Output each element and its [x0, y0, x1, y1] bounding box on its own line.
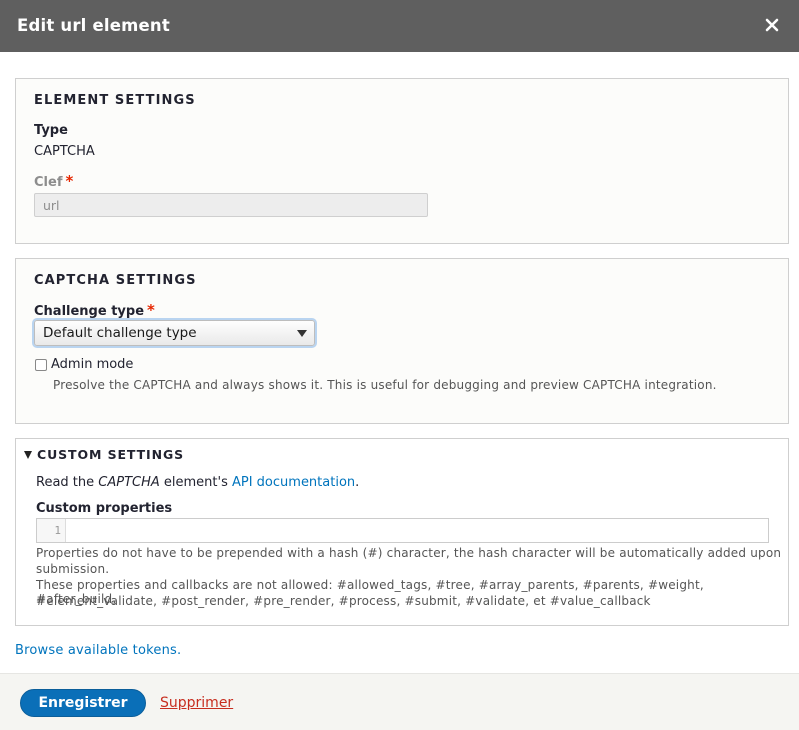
admin-mode-label[interactable]: Admin mode: [51, 357, 133, 372]
element-settings-fieldset: ELEMENT SETTINGS Type CAPTCHA Clef * url: [15, 78, 789, 244]
dialog-footer: Enregistrer Supprimer: [0, 673, 799, 730]
browse-tokens-link[interactable]: Browse available tokens.: [15, 643, 181, 658]
required-marker: *: [147, 301, 155, 319]
custom-settings-summary[interactable]: CUSTOM SETTINGS: [24, 447, 184, 462]
custom-properties-label: Custom properties: [36, 501, 173, 516]
key-label: Clef: [34, 175, 63, 190]
admin-mode-description: Presolve the CAPTCHA and always shows it…: [53, 378, 717, 392]
dialog-title: Edit url element: [17, 16, 170, 35]
close-icon[interactable]: [762, 12, 782, 36]
custom-properties-editor[interactable]: 1: [36, 518, 769, 543]
custom-properties-help-1: Properties do not have to be prepended w…: [36, 546, 782, 560]
line-number: 1: [37, 519, 66, 542]
save-button[interactable]: Enregistrer: [20, 689, 146, 717]
challenge-type-label: Challenge type: [34, 304, 145, 319]
api-doc-prefix: Read the: [36, 475, 99, 490]
api-documentation-link[interactable]: API documentation: [232, 475, 355, 490]
disclosure-triangle-icon: [24, 450, 32, 459]
required-marker: *: [65, 172, 74, 190]
api-doc-element: CAPTCHA: [98, 475, 160, 490]
close-icon-glyph: [765, 18, 779, 32]
type-label: Type: [34, 123, 68, 138]
custom-settings-details: CUSTOM SETTINGS Read the CAPTCHA element…: [15, 438, 789, 626]
admin-mode-checkbox[interactable]: [35, 359, 47, 371]
api-doc-suffix: .: [355, 475, 360, 490]
captcha-settings-fieldset: CAPTCHA SETTINGS Challenge type * Default…: [15, 258, 789, 424]
type-value: CAPTCHA: [34, 144, 95, 159]
api-doc-sentence: Read the CAPTCHA element's API documenta…: [36, 475, 359, 490]
challenge-type-select[interactable]: Default challenge type: [34, 320, 315, 346]
key-input: url: [34, 193, 428, 217]
challenge-type-selected: Default challenge type: [43, 325, 197, 341]
element-settings-legend: ELEMENT SETTINGS: [34, 93, 196, 108]
dialog-titlebar: Edit url element: [0, 0, 799, 52]
chevron-down-icon: [297, 330, 307, 337]
delete-link[interactable]: Supprimer: [160, 695, 233, 711]
custom-settings-legend: CUSTOM SETTINGS: [37, 447, 185, 462]
key-label-row: Clef *: [34, 172, 73, 190]
challenge-type-label-row: Challenge type *: [34, 301, 155, 319]
custom-properties-help-2: submission.: [36, 562, 110, 576]
captcha-settings-legend: CAPTCHA SETTINGS: [34, 273, 197, 288]
api-doc-middle: element's: [159, 475, 232, 490]
custom-properties-help-4: #element_validate, #post_render, #pre_re…: [36, 594, 651, 608]
